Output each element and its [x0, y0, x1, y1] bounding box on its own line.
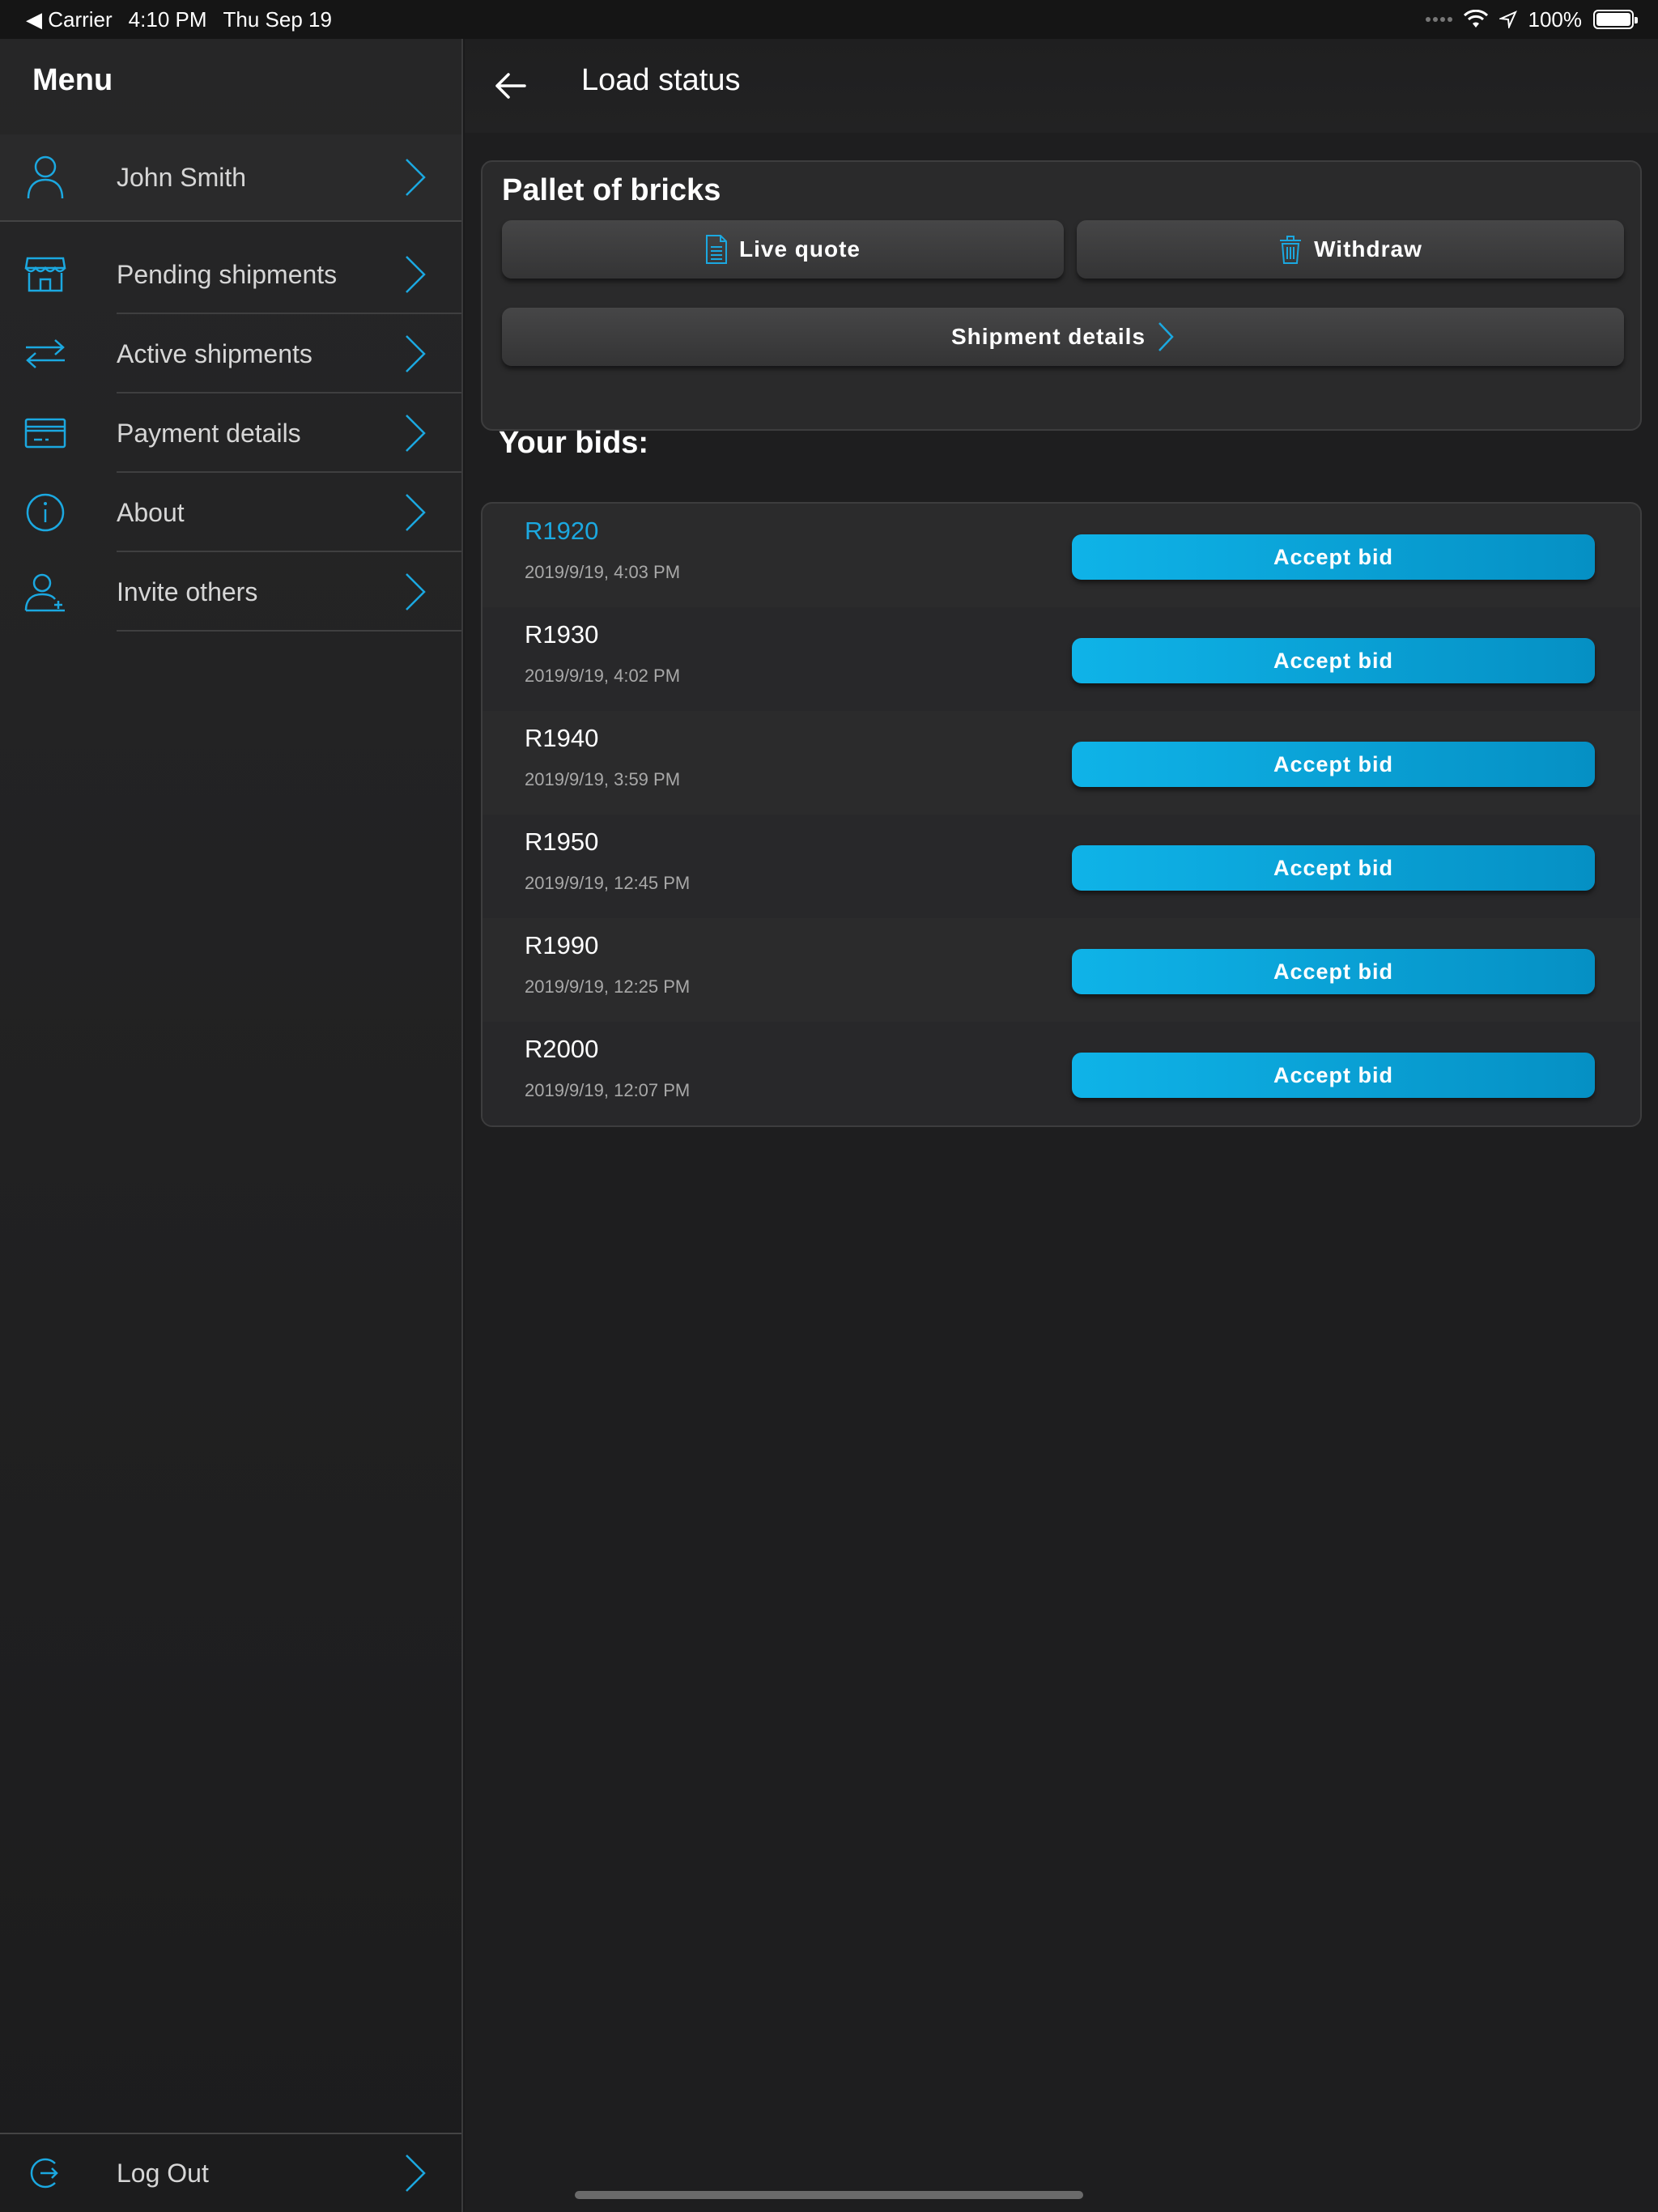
- bid-date: 2019/9/19, 4:02 PM: [525, 666, 681, 686]
- status-date: Thu Sep 19: [223, 6, 332, 32]
- sidebar-item-label: About: [117, 497, 185, 527]
- back-to-app-carrier[interactable]: ◀ Carrier: [26, 7, 113, 32]
- bids-heading: Your bids:: [499, 426, 649, 460]
- chevron-right-icon: [406, 335, 426, 372]
- bid-date: 2019/9/19, 12:25 PM: [525, 976, 691, 997]
- page-title: Load status: [581, 63, 741, 97]
- accept-bid-button[interactable]: Accept bid: [1072, 638, 1595, 683]
- sidebar-menu: Menu John Smith Pending shipments Active…: [0, 39, 463, 2212]
- bid-amount: R1930: [525, 620, 599, 649]
- status-time: 4:10 PM: [128, 6, 207, 32]
- bid-amount: R1950: [525, 827, 599, 856]
- bid-date: 2019/9/19, 12:07 PM: [525, 1080, 691, 1100]
- add-user-icon: [23, 569, 68, 615]
- chevron-right-icon: [406, 494, 426, 531]
- sidebar-item-label: Pending shipments: [117, 259, 338, 289]
- location-arrow-icon: [1499, 11, 1517, 28]
- battery-icon: [1593, 10, 1638, 29]
- bid-row: R1950 2019/9/19, 12:45 PM Accept bid: [483, 815, 1640, 918]
- accept-bid-button[interactable]: Accept bid: [1072, 742, 1595, 787]
- sidebar-item-label: Active shipments: [117, 338, 312, 368]
- shipment-details-button[interactable]: Shipment details: [502, 308, 1624, 366]
- bid-amount: R1920: [525, 517, 599, 545]
- storefront-icon: [23, 252, 68, 297]
- status-bar: ◀ Carrier 4:10 PM Thu Sep 19 100%: [0, 0, 1658, 39]
- load-card: Pallet of bricks Live quote Withdraw Shi…: [481, 160, 1642, 431]
- load-title: Pallet of bricks: [502, 173, 721, 207]
- sidebar-item-log-out[interactable]: Log Out: [0, 2133, 461, 2212]
- logout-icon: [23, 2150, 68, 2196]
- bid-amount: R2000: [525, 1035, 599, 1063]
- home-indicator[interactable]: [575, 2191, 1083, 2199]
- sidebar-item-label: Invite others: [117, 576, 258, 606]
- credit-card-icon: [23, 410, 68, 456]
- chevron-right-icon: [406, 2155, 426, 2192]
- withdraw-button[interactable]: Withdraw: [1077, 220, 1624, 279]
- bid-date: 2019/9/19, 12:45 PM: [525, 873, 691, 893]
- main-content: Load status Pallet of bricks Live quote …: [465, 39, 1658, 2212]
- chevron-right-icon: [406, 415, 426, 452]
- bid-amount: R1940: [525, 724, 599, 752]
- accept-bid-button[interactable]: Accept bid: [1072, 949, 1595, 994]
- chevron-right-icon: [406, 573, 426, 610]
- wifi-icon: [1463, 10, 1488, 28]
- sidebar-item-about[interactable]: About: [0, 473, 461, 552]
- chevron-right-icon: [406, 256, 426, 293]
- info-icon: [23, 490, 68, 535]
- sidebar-item-label: Log Out: [117, 2158, 209, 2188]
- arrows-exchange-icon: [23, 331, 68, 376]
- bid-row: R1920 2019/9/19, 4:03 PM Accept bid: [483, 504, 1640, 607]
- bids-list: R1920 2019/9/19, 4:03 PM Accept bid R193…: [481, 502, 1642, 1127]
- sidebar-item-active-shipments[interactable]: Active shipments: [0, 314, 461, 393]
- shipment-details-label: Shipment details: [950, 324, 1146, 349]
- sidebar-item-label: Payment details: [117, 418, 301, 448]
- profile-row[interactable]: John Smith: [0, 134, 461, 222]
- bid-date: 2019/9/19, 3:59 PM: [525, 769, 681, 789]
- divider: [117, 630, 461, 632]
- bid-row: R1930 2019/9/19, 4:02 PM Accept bid: [483, 607, 1640, 711]
- bid-amount: R1990: [525, 931, 599, 959]
- bid-date: 2019/9/19, 4:03 PM: [525, 562, 681, 582]
- header-bar: Load status: [465, 39, 1658, 133]
- chevron-right-icon: [1158, 322, 1174, 351]
- live-quote-label: Live quote: [738, 236, 861, 262]
- user-icon: [23, 155, 68, 200]
- live-quote-button[interactable]: Live quote: [502, 220, 1064, 279]
- sidebar-item-payment-details[interactable]: Payment details: [0, 393, 461, 473]
- menu-title: Menu: [32, 63, 113, 97]
- chevron-right-icon: [406, 159, 426, 196]
- accept-bid-button[interactable]: Accept bid: [1072, 534, 1595, 580]
- sidebar-item-invite-others[interactable]: Invite others: [0, 552, 461, 632]
- document-icon: [705, 235, 727, 264]
- battery-percent: 100%: [1528, 6, 1583, 32]
- back-arrow-icon[interactable]: [492, 66, 538, 105]
- accept-bid-button[interactable]: Accept bid: [1072, 845, 1595, 891]
- withdraw-label: Withdraw: [1314, 236, 1422, 262]
- bid-row: R2000 2019/9/19, 12:07 PM Accept bid: [483, 1022, 1640, 1125]
- signal-dots-icon: [1425, 17, 1452, 22]
- bid-row: R1990 2019/9/19, 12:25 PM Accept bid: [483, 918, 1640, 1022]
- profile-name: John Smith: [117, 162, 247, 192]
- accept-bid-button[interactable]: Accept bid: [1072, 1053, 1595, 1098]
- sidebar-item-pending-shipments[interactable]: Pending shipments: [0, 235, 461, 314]
- bid-row: R1940 2019/9/19, 3:59 PM Accept bid: [483, 711, 1640, 815]
- trash-icon: [1280, 236, 1302, 264]
